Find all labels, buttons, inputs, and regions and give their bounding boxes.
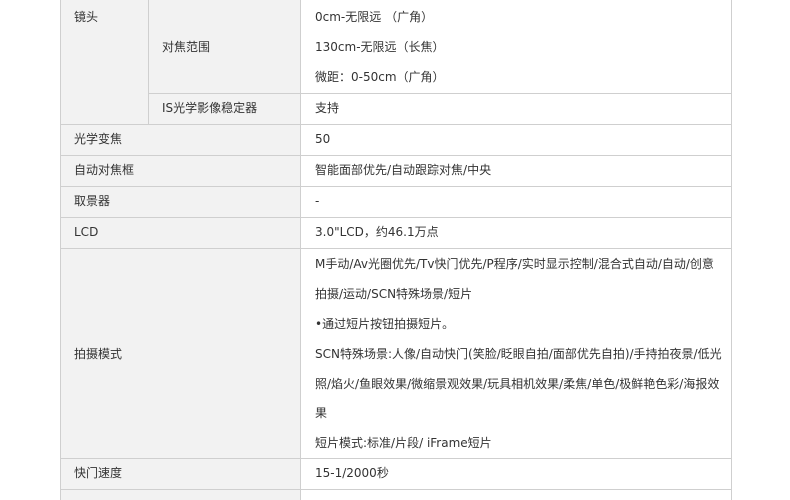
shooting-modes-line-5: 照/焰火/鱼眼效果/微缩景观效果/玩具相机效果/柔焦/单色/极鲜艳色彩/海报效 [315,377,720,391]
grid-line [60,124,732,125]
lens-label: 镜头 [74,10,99,24]
optical-zoom-value: 50 [315,132,331,146]
viewfinder-label: 取景器 [74,194,111,208]
shooting-modes-line-4: SCN特殊场景:人像/自动快门(笑脸/眨眼自拍/面部优先自拍)/手持拍夜景/低光 [315,347,722,361]
shooting-modes-line-3: •通过短片按钮拍摄短片。 [315,317,455,331]
af-frame-label: 自动对焦框 [74,163,135,177]
af-frame-value: 智能面部优先/自动跟踪对焦/中央 [315,163,492,177]
stabilizer-label: IS光学影像稳定器 [162,101,258,115]
shooting-modes-line-6: 果 [315,406,328,420]
grid-line [60,489,732,490]
grid-line [60,248,732,249]
grid-line [60,186,732,187]
shutter-speed-value: 15-1/2000秒 [315,466,389,480]
grid-line [731,0,732,500]
grid-line [60,0,61,500]
focus-range-value-2: 130cm-无限远（长焦） [315,40,445,54]
grid-line [60,217,732,218]
shooting-modes-line-7: 短片模式:标准/片段/ iFrame短片 [315,436,492,450]
shooting-modes-line-2: 拍摄/运动/SCN特殊场景/短片 [315,287,473,301]
grid-line [60,458,732,459]
grid-line [148,0,149,124]
grid-line [300,0,301,500]
grid-line [148,93,732,94]
spec-table: 镜头 对焦范围 0cm-无限远 （广角） 130cm-无限远（长焦） 微距：0-… [0,0,790,500]
shutter-speed-label: 快门速度 [74,466,123,480]
optical-zoom-label: 光学变焦 [74,132,123,146]
viewfinder-value: - [315,194,320,208]
focus-range-value-3: 微距：0-50cm（广角） [315,70,445,84]
stabilizer-value: 支持 [315,101,340,115]
lcd-value: 3.0"LCD，约46.1万点 [315,225,439,239]
shooting-modes-line-1: M手动/Av光圈优先/Tv快门优先/P程序/实时显示控制/混合式自动/自动/创意 [315,257,714,271]
focus-range-value-1: 0cm-无限远 （广角） [315,10,434,24]
lcd-label: LCD [74,225,99,239]
grid-line [60,155,732,156]
focus-range-label: 对焦范围 [162,40,211,54]
shooting-modes-label: 拍摄模式 [74,347,123,361]
next-row-label-cell [60,489,300,500]
